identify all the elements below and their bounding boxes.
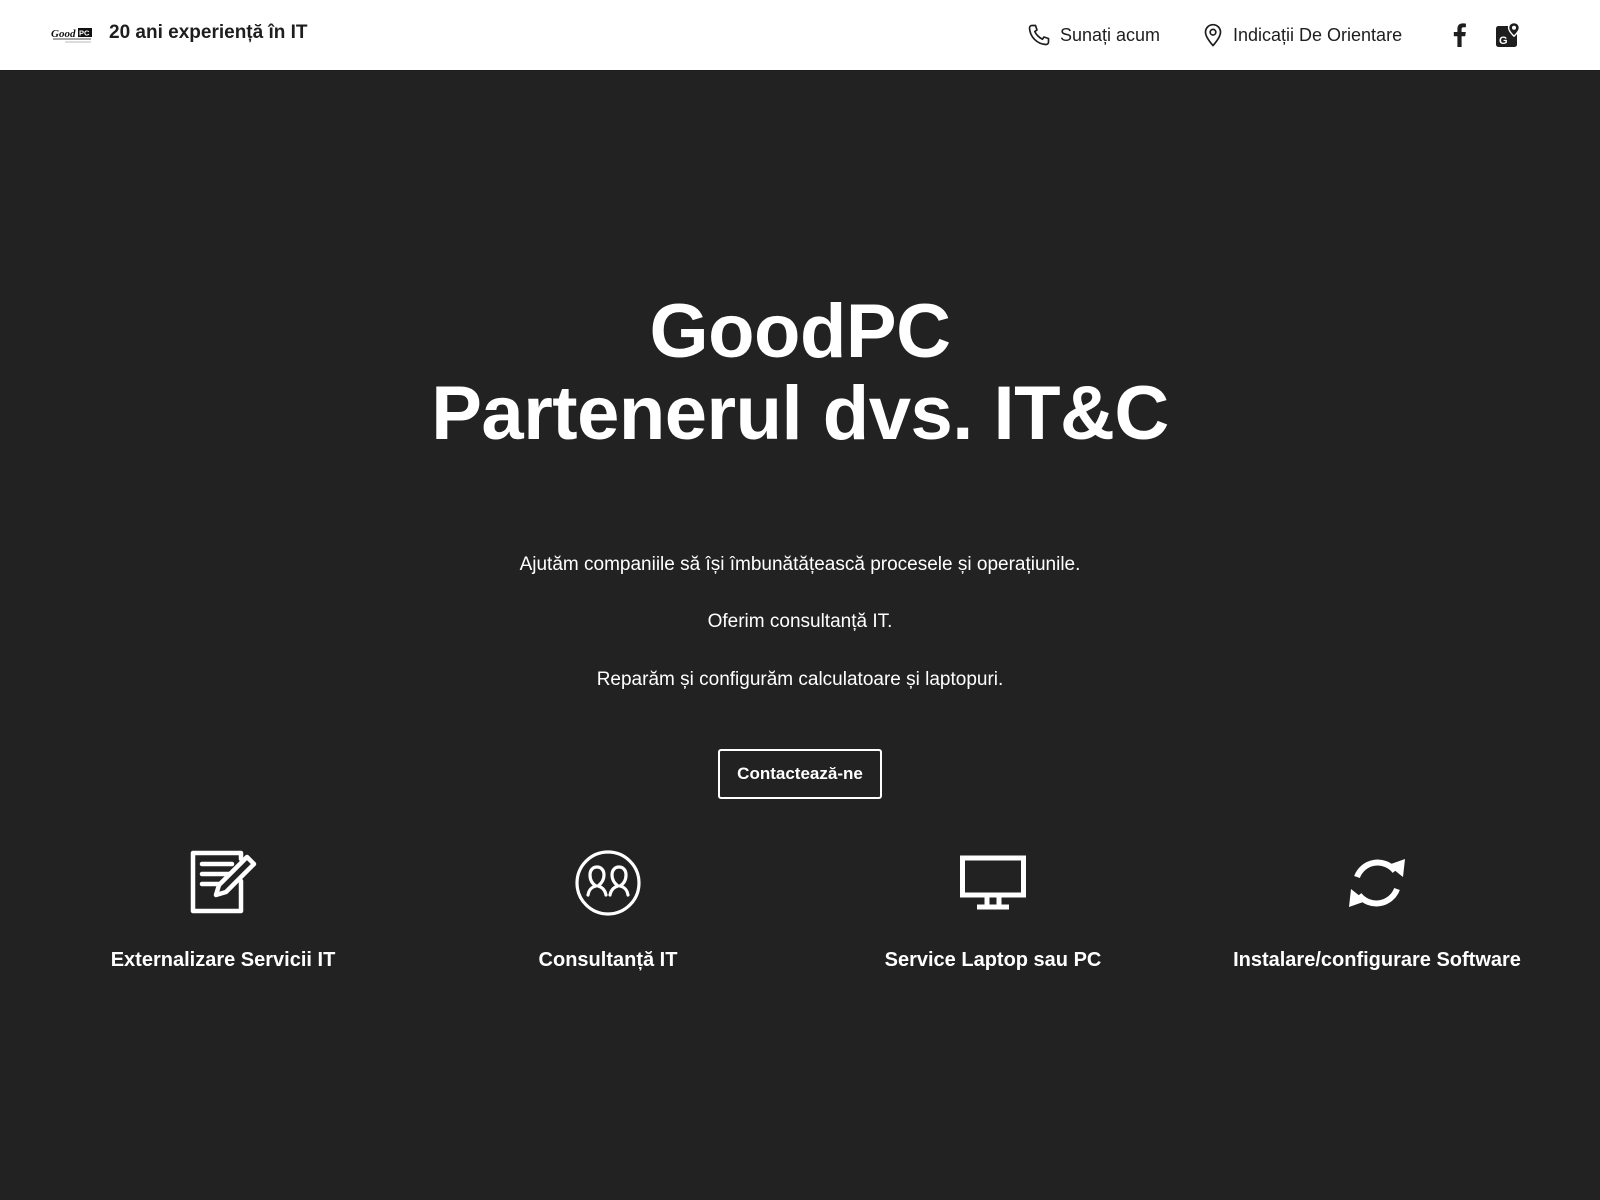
phone-icon [1027,23,1051,47]
goodpc-logo[interactable]: Good PC [51,25,93,45]
map-pin-icon [1202,23,1224,47]
service-laptop-pc[interactable]: Service Laptop sau PC [801,849,1185,972]
service-software[interactable]: Instalare/configurare Software [1185,849,1569,972]
hero-title-line2: Partenerul dvs. IT&C [431,371,1169,456]
call-now-link[interactable]: Sunați acum [1027,21,1160,49]
header-tagline: 20 ani experiență în IT [109,22,308,43]
facebook-icon[interactable] [1446,21,1474,49]
hero-title-line1: GoodPC [649,289,951,374]
directions-link[interactable]: Indicații De Orientare [1202,21,1402,49]
call-now-label: Sunați acum [1060,24,1161,45]
service-outsourcing[interactable]: Externalizare Servicii IT [31,849,415,972]
hero-text-line3: Reparăm și configurăm calculatoare și la… [596,669,1004,690]
hero-text-line1: Ajutăm companiile să își îmbunătățească … [519,554,1081,575]
google-maps-icon[interactable]: G [1494,21,1522,49]
service-laptop-pc-label: Service Laptop sau PC [884,949,1102,971]
refresh-icon [1343,849,1411,917]
svg-text:G: G [1499,35,1508,47]
service-software-label: Instalare/configurare Software [1233,949,1521,971]
top-header: Good PC 20 ani experiență în IT Sunați a… [0,0,1600,71]
document-edit-icon [189,849,257,917]
service-outsourcing-label: Externalizare Servicii IT [110,949,336,971]
svg-text:Good: Good [51,28,76,40]
monitor-icon [959,849,1027,917]
service-consulting-label: Consultanță IT [538,949,678,971]
hero-title: GoodPC Partenerul dvs. IT&C [0,291,1600,455]
consulting-people-icon [574,849,642,917]
service-consulting[interactable]: Consultanță IT [416,849,800,972]
hero-section: GoodPC Partenerul dvs. IT&C Ajutăm compa… [0,71,1600,1200]
svg-text:PC: PC [79,29,90,38]
hero-text-line2: Oferim consultanță IT. [707,611,893,632]
contact-us-button[interactable]: Contactează-ne [718,749,882,799]
directions-label: Indicații De Orientare [1233,24,1403,45]
